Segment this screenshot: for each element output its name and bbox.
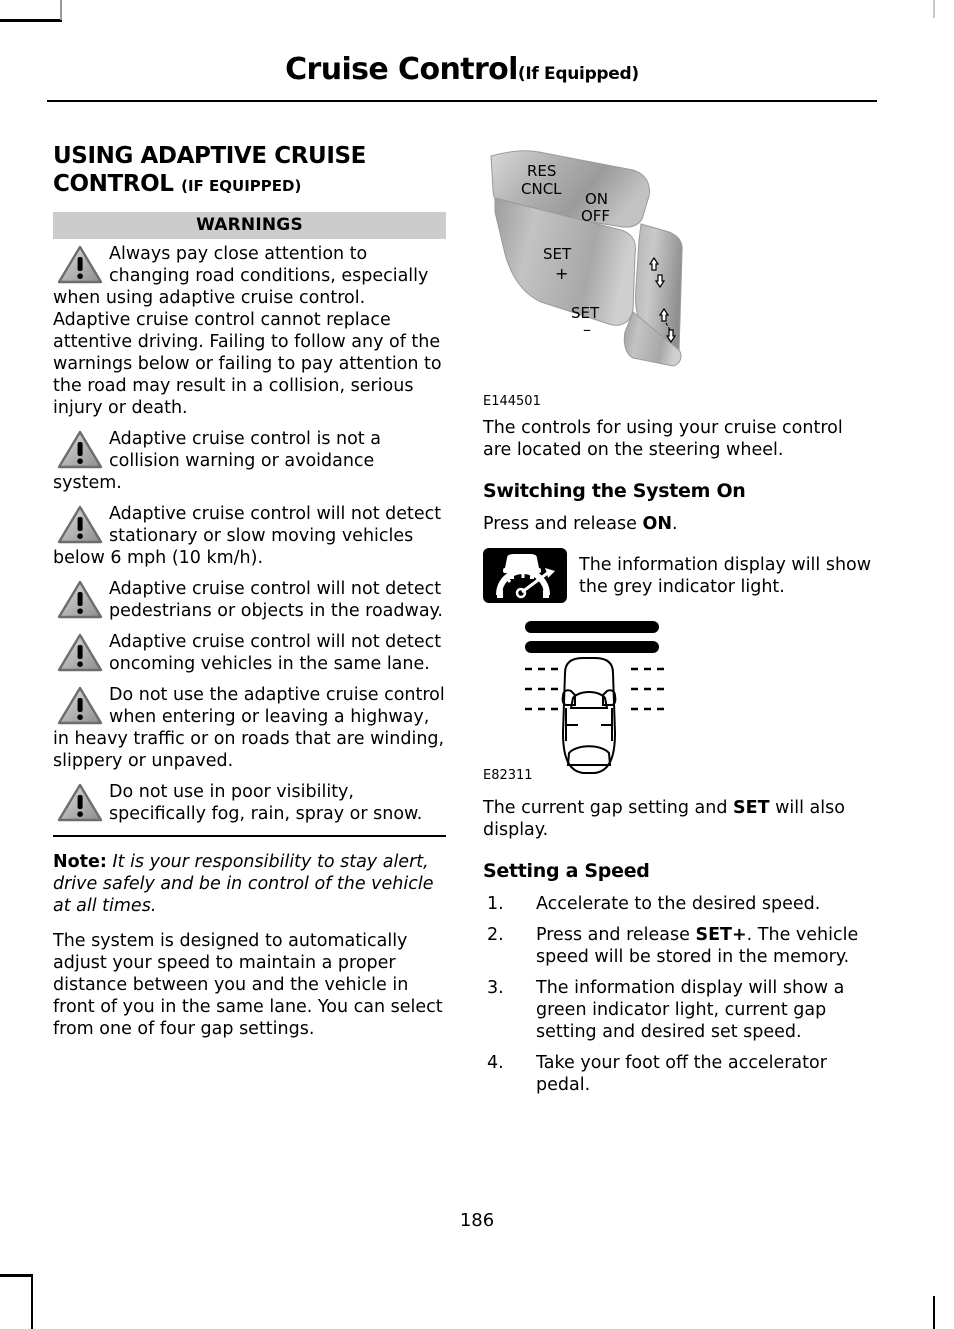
gap-paragraph-prefix: The current gap setting and	[483, 798, 734, 818]
page-title-qualifier: (If Equipped)	[517, 64, 639, 84]
steering-wheel-controls-figure: RES CNCL ON OFF SET + SET – E144501	[483, 142, 876, 409]
warnings-end-divider	[53, 835, 446, 837]
list-item: 2. Press and release SET+. The vehicle sp…	[483, 924, 876, 968]
warning-item: Adaptive cruise control will not detect …	[53, 578, 446, 622]
left-column: USING ADAPTIVE CRUISE CONTROL (IF EQUIPP…	[53, 142, 446, 1053]
press-release-suffix: .	[672, 514, 678, 534]
warning-item: Adaptive cruise control will not detect …	[53, 503, 446, 569]
step-text: The information display will show a gree…	[536, 978, 845, 1042]
on-label: ON	[585, 190, 608, 208]
warning-triangle-icon	[57, 505, 103, 544]
manual-page: Cruise Control(If Equipped) USING ADAPTI…	[0, 0, 954, 1329]
step-text: Take your foot off the accelerator pedal…	[536, 1053, 827, 1095]
set-plus-sign: +	[555, 264, 568, 283]
figure-caption: E144501	[483, 394, 541, 409]
switching-system-on-heading: Switching the System On	[483, 480, 746, 502]
warning-item: Always pay close attention to changing r…	[53, 243, 446, 419]
warning-text: Do not use the adaptive cruise control w…	[53, 685, 445, 771]
list-item: 4. Take your foot off the accelerator ped…	[483, 1052, 876, 1096]
warning-item: Do not use the adaptive cruise control w…	[53, 684, 446, 772]
press-release-bold: ON	[642, 514, 673, 534]
press-release-prefix: Press and release	[483, 514, 643, 534]
warning-text: Do not use in poor visibility, specifica…	[109, 782, 423, 824]
step-number: 3.	[487, 978, 504, 998]
crop-mark-top-left-horizontal	[0, 19, 62, 22]
res-label: RES	[527, 162, 556, 180]
step-number: 4.	[487, 1053, 504, 1073]
crop-mark-bottom-left-horizontal	[0, 1274, 33, 1277]
warning-text: Always pay close attention to changing r…	[53, 244, 442, 418]
warning-item: Do not use in poor visibility, specifica…	[53, 781, 446, 825]
cncl-label: CNCL	[521, 180, 562, 198]
indicator-note-text: The information display will show the gr…	[579, 555, 872, 597]
warning-triangle-icon	[57, 633, 103, 672]
warning-text: Adaptive cruise control will not detect …	[109, 579, 443, 621]
warning-triangle-icon	[57, 686, 103, 725]
note-paragraph: Note: It is your responsibility to stay …	[53, 851, 446, 917]
setting-speed-steps: 1. Accelerate to the desired speed. 2. Pre…	[483, 893, 876, 1096]
crop-mark-top-right-vertical	[933, 0, 935, 18]
lane-dash-left	[525, 667, 561, 711]
step-number: 1.	[487, 894, 504, 914]
gap-paragraph-bold: SET	[733, 798, 770, 818]
warning-triangle-icon	[57, 430, 103, 469]
gap-display-figure: E82311	[483, 613, 876, 783]
page-header: Cruise Control(If Equipped)	[47, 52, 877, 87]
crop-mark-bottom-right-vertical	[933, 1296, 935, 1329]
press-release-paragraph: Press and release ON.	[483, 513, 876, 535]
gap-bar-2	[525, 641, 659, 653]
step-text-prefix: Press and release	[536, 925, 696, 945]
controls-paragraph: The controls for using your cruise contr…	[483, 418, 843, 460]
lane-dash-right	[631, 667, 667, 711]
step-text: Accelerate to the desired speed.	[536, 894, 821, 914]
setting-a-speed-heading: Setting a Speed	[483, 860, 650, 882]
list-item: 3. The information display will show a gr…	[483, 977, 876, 1043]
header-divider	[47, 100, 877, 102]
gap-bar-1	[525, 621, 659, 633]
step-number: 2.	[487, 925, 504, 945]
warning-item: Adaptive cruise control is not a collisi…	[53, 428, 446, 494]
section-heading-qualifier: (IF EQUIPPED)	[181, 177, 302, 195]
vehicle-gap-display-illustration	[525, 621, 667, 774]
indicator-note-row: The information display will show the gr…	[483, 548, 876, 603]
warning-triangle-icon	[57, 245, 103, 284]
set-plus-label: SET	[543, 245, 572, 263]
warning-triangle-icon	[57, 580, 103, 619]
cruise-control-indicator-icon	[483, 548, 567, 603]
note-label: Note:	[53, 852, 107, 872]
warning-triangle-icon	[57, 783, 103, 822]
list-item: 1. Accelerate to the desired speed.	[483, 893, 876, 915]
steering-wheel-switchpack-illustration: RES CNCL ON OFF SET + SET –	[490, 150, 683, 367]
crop-mark-top-left-vertical	[60, 0, 62, 20]
crop-mark-bottom-left-vertical	[31, 1275, 33, 1329]
section-heading: USING ADAPTIVE CRUISE CONTROL (IF EQUIPP…	[53, 142, 446, 200]
vehicle-top-view	[561, 657, 617, 774]
note-text: It is your responsibility to stay alert,…	[53, 852, 434, 916]
page-title: Cruise Control	[285, 52, 518, 87]
gap-paragraph: The current gap setting and SET will als…	[483, 797, 876, 841]
page-number: 186	[459, 1210, 495, 1231]
right-column: RES CNCL ON OFF SET + SET – E144501 The …	[483, 142, 876, 1105]
step-text-bold: SET+	[695, 925, 747, 945]
warning-item: Adaptive cruise control will not detect …	[53, 631, 446, 675]
off-label: OFF	[581, 207, 610, 225]
warnings-bar: WARNINGS	[53, 212, 446, 239]
warning-text: Adaptive cruise control will not detect …	[53, 504, 442, 568]
set-minus-sign: –	[583, 320, 591, 339]
warning-text: Adaptive cruise control will not detect …	[109, 632, 442, 674]
closing-paragraph: The system is designed to automatically …	[53, 931, 443, 1039]
